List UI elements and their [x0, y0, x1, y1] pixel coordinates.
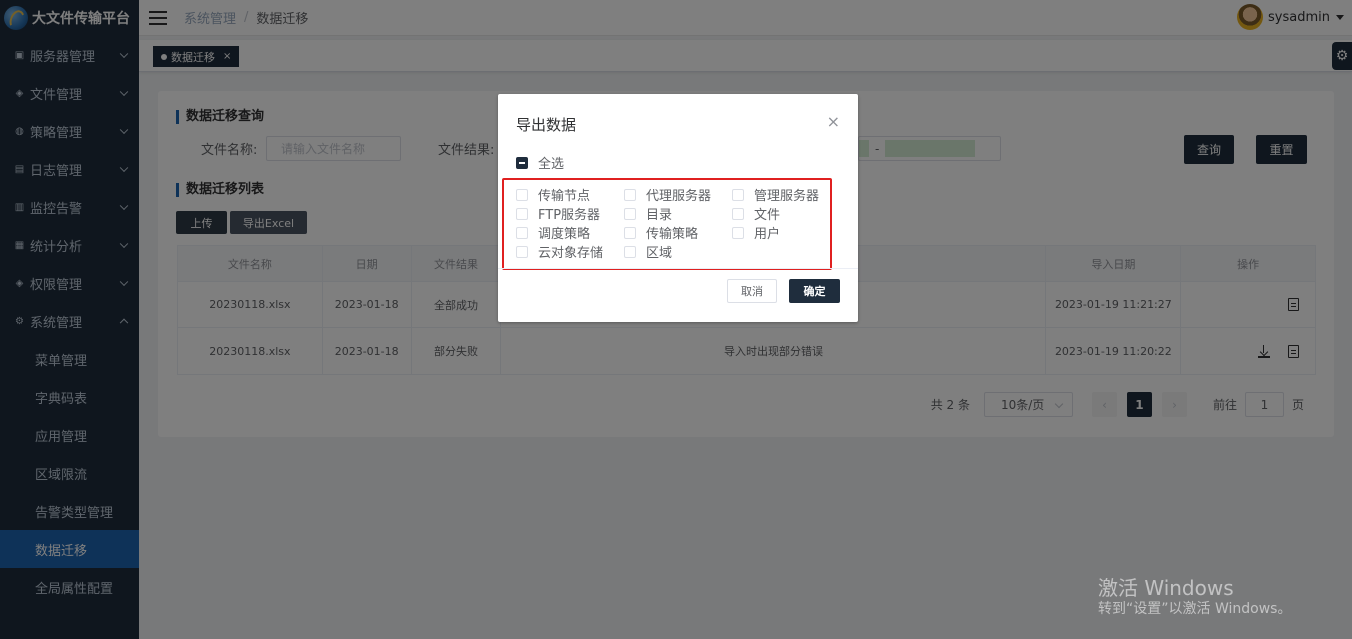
- checkbox-icon[interactable]: [516, 207, 528, 220]
- export-option-label[interactable]: 云对象存储: [538, 242, 603, 261]
- export-option-label[interactable]: 目录: [646, 204, 672, 223]
- checkbox-icon[interactable]: [516, 245, 528, 258]
- export-option-label[interactable]: FTP服务器: [538, 204, 600, 223]
- export-option-label[interactable]: 调度策略: [538, 223, 590, 242]
- export-option-checkbox[interactable]: 传输策略: [624, 223, 698, 242]
- checkbox-icon[interactable]: [516, 226, 528, 239]
- checkbox-icon[interactable]: [624, 188, 636, 201]
- export-option-checkbox[interactable]: 目录: [624, 204, 672, 223]
- windows-watermark-subtitle: 转到“设置”以激活 Windows。: [1098, 601, 1292, 617]
- export-option-checkbox[interactable]: 文件: [732, 204, 780, 223]
- dialog-title: 导出数据: [516, 116, 577, 134]
- checkbox-icon[interactable]: [732, 226, 744, 239]
- export-option-label[interactable]: 管理服务器: [754, 185, 819, 204]
- export-option-checkbox[interactable]: 调度策略: [516, 223, 590, 242]
- export-option-checkbox[interactable]: 代理服务器: [624, 185, 711, 204]
- export-option-checkbox[interactable]: 区域: [624, 242, 672, 261]
- export-option-label[interactable]: 传输节点: [538, 185, 590, 204]
- export-option-label[interactable]: 代理服务器: [646, 185, 711, 204]
- cancel-button[interactable]: 取消: [727, 279, 777, 303]
- export-option-checkbox[interactable]: 用户: [732, 223, 780, 242]
- export-data-dialog: 导出数据 × 全选 传输节点 代理服务器 管理服务器 FTP服务器 目录 文件调度策略 传输…: [498, 94, 858, 322]
- checkbox-icon[interactable]: [624, 207, 636, 220]
- checkbox-icon[interactable]: [624, 226, 636, 239]
- export-option-label[interactable]: 区域: [646, 242, 672, 261]
- checkbox-icon[interactable]: [516, 188, 528, 201]
- export-option-checkbox[interactable]: 管理服务器: [732, 185, 819, 204]
- checkbox-icon[interactable]: [732, 188, 744, 201]
- indeterminate-checkbox-icon[interactable]: [516, 156, 528, 169]
- windows-watermark-title: 激活 Windows: [1098, 576, 1234, 600]
- export-option-checkbox[interactable]: 云对象存储: [516, 242, 603, 261]
- export-option-label[interactable]: 传输策略: [646, 223, 698, 242]
- dialog-divider: [498, 268, 858, 269]
- checkbox-icon[interactable]: [624, 245, 636, 258]
- select-all-label[interactable]: 全选: [538, 153, 564, 172]
- checkbox-icon[interactable]: [732, 207, 744, 220]
- close-icon[interactable]: ×: [827, 114, 840, 130]
- select-all-checkbox[interactable]: 全选: [516, 153, 564, 172]
- export-option-label[interactable]: 文件: [754, 204, 780, 223]
- export-option-checkbox[interactable]: FTP服务器: [516, 204, 600, 223]
- export-option-checkbox[interactable]: 传输节点: [516, 185, 590, 204]
- confirm-button[interactable]: 确定: [789, 279, 840, 303]
- export-option-label[interactable]: 用户: [754, 223, 780, 242]
